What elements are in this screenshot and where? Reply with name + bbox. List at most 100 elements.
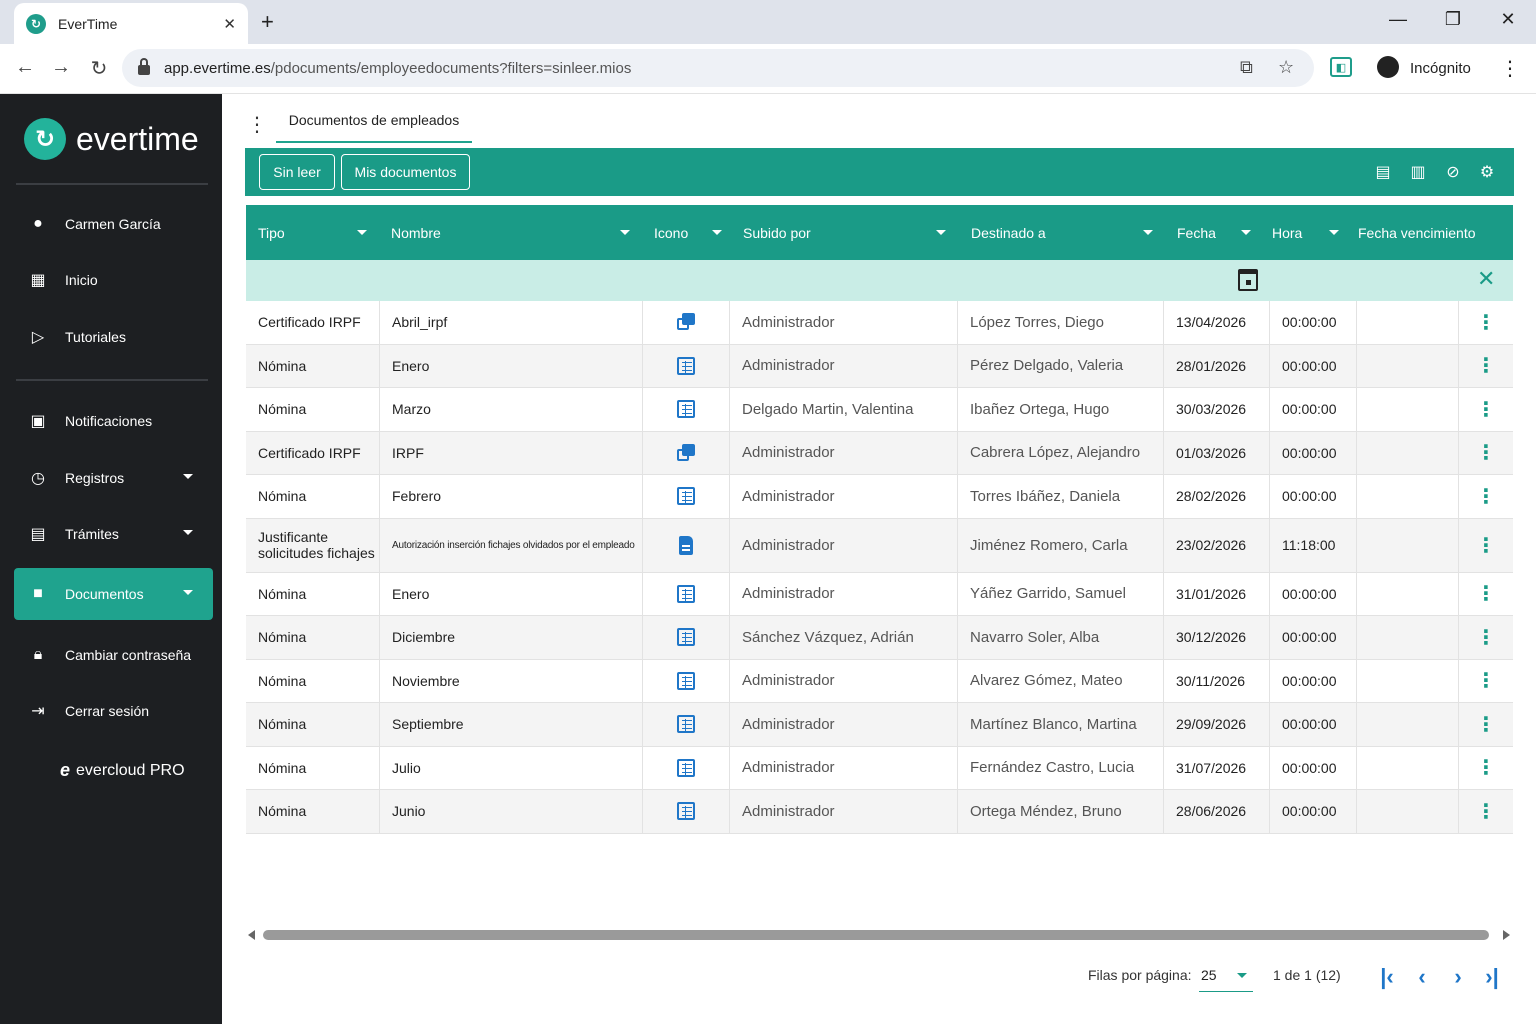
table-row[interactable]: Nómina Noviembre Administrador Alvarez Góme… — [246, 659, 1513, 703]
close-window-icon[interactable]: ✕ — [1493, 9, 1523, 30]
row-actions-icon[interactable]: ⋮ — [1459, 660, 1513, 703]
excel-export-icon[interactable]: ▤ — [1371, 160, 1395, 184]
disable-image-icon[interactable]: ⊘ — [1441, 160, 1465, 184]
sidebar-item-tramites[interactable]: ▤ Trámites — [14, 508, 213, 560]
row-actions-icon[interactable]: ⋮ — [1459, 703, 1513, 746]
page-menu-icon[interactable]: ⋮ — [247, 112, 267, 137]
back-icon[interactable]: ← — [12, 56, 38, 79]
row-actions-icon[interactable]: ⋮ — [1459, 301, 1513, 344]
table-row[interactable]: Certificado IRPF Abril_irpf Administrador L… — [246, 301, 1513, 345]
sidebar-item-tutoriales[interactable]: ▷ Tutoriales — [14, 311, 213, 363]
evercloud-label: evercloud PRO — [76, 761, 185, 779]
table-row[interactable]: Nómina Julio Administrador Fernández Castro… — [246, 746, 1513, 790]
payslip-document-icon[interactable] — [677, 628, 695, 647]
payslip-document-icon[interactable] — [677, 584, 695, 603]
reload-icon[interactable]: ↻ — [86, 56, 112, 81]
cell-destinado: Pérez Delgado, Valeria — [958, 344, 1164, 387]
table-row[interactable]: Certificado IRPF IRPF Administrador Cabrera… — [246, 431, 1513, 475]
column-header-fecha-vencimiento[interactable]: Fecha vencimiento — [1346, 205, 1506, 260]
calendar-icon[interactable] — [1238, 269, 1258, 291]
column-header-destinado-a[interactable]: Destinado a — [959, 205, 1166, 260]
sidebar-item-cambiar-contrasena[interactable]: 🔒︎ Cambiar contraseña — [14, 629, 213, 681]
table-row[interactable]: Nómina Diciembre Sánchez Vázquez, Adrián Na… — [246, 616, 1513, 660]
incognito-label[interactable]: Incógnito — [1410, 60, 1471, 77]
copy-document-icon[interactable] — [677, 443, 695, 462]
sidebar-item-user[interactable]: ● Carmen García — [14, 198, 213, 250]
table-row[interactable]: Nómina Marzo Delgado Martin, Valentina Ibañ… — [246, 388, 1513, 432]
url-field[interactable]: app.evertime.es/pdocuments/employeedocum… — [122, 49, 1314, 87]
sort-caret-icon[interactable] — [357, 230, 367, 235]
row-actions-icon[interactable]: ⋮ — [1459, 616, 1513, 659]
payslip-document-icon[interactable] — [677, 671, 695, 690]
previous-page-icon[interactable]: ‹ — [1409, 964, 1435, 990]
column-header-nombre[interactable]: Nombre — [379, 205, 643, 260]
extension-icon[interactable]: ◧ — [1330, 57, 1352, 77]
columns-icon[interactable]: ▥ — [1406, 160, 1430, 184]
sort-caret-icon[interactable] — [936, 230, 946, 235]
browser-tab[interactable]: ↻ EverTime ✕ — [14, 3, 248, 44]
table-row[interactable]: Justificante solicitudes fichajes Autoriz… — [246, 518, 1513, 573]
payslip-document-icon[interactable] — [677, 356, 695, 375]
chevron-down-icon[interactable] — [1237, 973, 1247, 978]
clear-filters-icon[interactable]: ✕ — [1477, 266, 1495, 292]
minimize-icon[interactable]: — — [1383, 9, 1413, 30]
table-row[interactable]: Nómina Junio Administrador Ortega Méndez, B… — [246, 790, 1513, 834]
unread-filter-button[interactable]: Sin leer — [259, 154, 335, 190]
column-header-fecha[interactable]: Fecha — [1165, 205, 1271, 260]
sidebar-item-inicio[interactable]: ▦ Inicio — [14, 254, 213, 306]
payslip-document-icon[interactable] — [677, 715, 695, 734]
first-page-icon[interactable]: |‹ — [1374, 964, 1400, 990]
row-actions-icon[interactable]: ⋮ — [1459, 475, 1513, 518]
table-row[interactable]: Nómina Enero Administrador Yáñez Garrido, S… — [246, 572, 1513, 616]
column-header-tipo[interactable]: Tipo — [246, 205, 380, 260]
gear-icon[interactable]: ⚙ — [1475, 160, 1499, 184]
row-actions-icon[interactable]: ⋮ — [1459, 573, 1513, 616]
new-tab-button[interactable]: + — [261, 9, 274, 35]
sort-caret-icon[interactable] — [620, 230, 630, 235]
table-row[interactable]: Nómina Enero Administrador Pérez Delgado, V… — [246, 344, 1513, 388]
sidebar-item-notificaciones[interactable]: ▣ Notificaciones — [14, 395, 213, 447]
last-page-icon[interactable]: ›| — [1479, 964, 1505, 990]
install-app-icon[interactable]: ⧉ — [1240, 57, 1253, 78]
brand[interactable]: ↻ evertime — [24, 118, 199, 160]
bookmark-star-icon[interactable]: ☆ — [1278, 57, 1294, 78]
browser-menu-icon[interactable]: ⋮ — [1500, 56, 1520, 81]
sort-caret-icon[interactable] — [712, 230, 722, 235]
column-header-subido-por[interactable]: Subido por — [731, 205, 959, 260]
evercloud-link[interactable]: e evercloud PRO — [60, 760, 185, 781]
payslip-document-icon[interactable] — [677, 487, 695, 506]
incognito-icon[interactable] — [1377, 56, 1399, 78]
horizontal-scrollbar[interactable] — [263, 930, 1489, 940]
cell-venc — [1357, 301, 1459, 344]
sidebar-item-registros[interactable]: ◷ Registros — [14, 452, 213, 504]
tab-documentos-empleados[interactable]: Documentos de empleados — [276, 98, 472, 143]
file-text-icon[interactable] — [679, 535, 693, 555]
sort-caret-icon[interactable] — [1241, 230, 1251, 235]
restore-icon[interactable]: ❐ — [1438, 9, 1468, 30]
scroll-left-arrow-icon[interactable] — [248, 930, 255, 940]
row-actions-icon[interactable]: ⋮ — [1459, 790, 1513, 833]
sidebar-item-documentos[interactable]: ■ Documentos — [14, 568, 213, 620]
row-actions-icon[interactable]: ⋮ — [1459, 747, 1513, 790]
table-row[interactable]: Nómina Febrero Administrador Torres Ibáñez,… — [246, 475, 1513, 519]
sidebar-item-cerrar-sesion[interactable]: ⇥ Cerrar sesión — [14, 685, 213, 737]
table-row[interactable]: Nómina Septiembre Administrador Martínez Bl… — [246, 703, 1513, 747]
row-actions-icon[interactable]: ⋮ — [1459, 388, 1513, 431]
cell-tipo: Nómina — [246, 616, 380, 659]
my-documents-filter-button[interactable]: Mis documentos — [341, 154, 470, 190]
forward-icon[interactable]: → — [48, 56, 74, 79]
scroll-right-arrow-icon[interactable] — [1503, 930, 1510, 940]
row-actions-icon[interactable]: ⋮ — [1459, 345, 1513, 388]
payslip-document-icon[interactable] — [677, 758, 695, 777]
column-header-hora[interactable]: Hora — [1260, 205, 1357, 260]
close-tab-icon[interactable]: ✕ — [223, 15, 236, 33]
column-header-icono[interactable]: Icono — [642, 205, 730, 260]
sort-caret-icon[interactable] — [1329, 230, 1339, 235]
payslip-document-icon[interactable] — [677, 400, 695, 419]
payslip-document-icon[interactable] — [677, 802, 695, 821]
sort-caret-icon[interactable] — [1143, 230, 1153, 235]
copy-document-icon[interactable] — [677, 313, 695, 331]
next-page-icon[interactable]: › — [1445, 964, 1471, 990]
row-actions-icon[interactable]: ⋮ — [1459, 432, 1513, 475]
row-actions-icon[interactable]: ⋮ — [1459, 519, 1513, 572]
